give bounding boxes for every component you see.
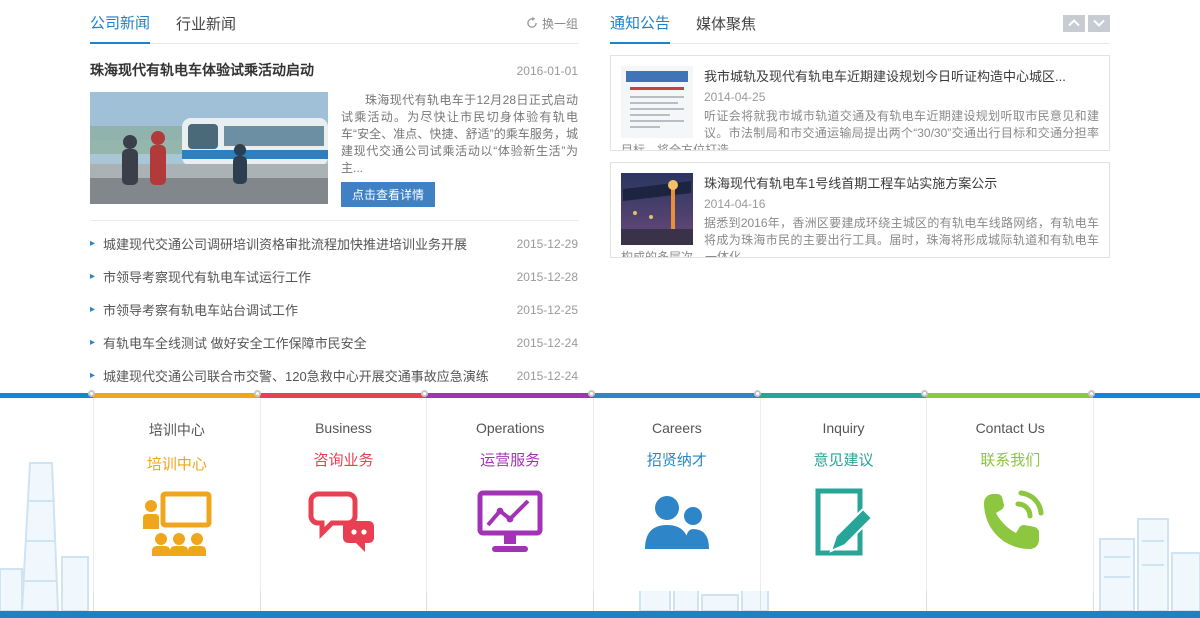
service-title-zh: 运营服务 xyxy=(427,449,593,470)
featured-news-header: 珠海现代有轨电车体验试乘活动启动 2016-01-01 xyxy=(90,60,578,80)
notice-title[interactable]: 珠海现代有轨电车1号线首期工程车站实施方案公示 xyxy=(704,173,1099,192)
timeline-dot xyxy=(588,390,595,397)
timeline-dot xyxy=(1088,390,1095,397)
operations-monitor-icon xyxy=(427,485,593,561)
timeline-segment xyxy=(426,393,593,398)
service-title-zh: 联系我们 xyxy=(927,449,1093,470)
news-item-title: 市领导考察现代有轨电车试运行工作 xyxy=(103,267,517,286)
bullet-arrow-icon: ▸ xyxy=(90,337,95,348)
notice-card[interactable]: 珠海现代有轨电车1号线首期工程车站实施方案公示 2014-04-16 据悉到20… xyxy=(610,162,1110,258)
news-list-item[interactable]: ▸ 城建现代交通公司调研培训资格审批流程加快推进培训业务开展 2015-12-2… xyxy=(90,227,578,260)
tab-company-news[interactable]: 公司新闻 xyxy=(90,12,150,44)
notice-thumbnail-document xyxy=(621,66,693,138)
news-list-item[interactable]: ▸ 市领导考察现代有轨电车试运行工作 2015-12-28 xyxy=(90,260,578,293)
featured-news-title[interactable]: 珠海现代有轨电车体验试乘活动启动 xyxy=(90,60,314,80)
news-item-date: 2015-12-24 xyxy=(517,336,578,350)
timeline-edge xyxy=(1093,393,1200,398)
tick-cell xyxy=(927,591,1093,611)
service-title-zh: 招贤纳才 xyxy=(594,449,760,470)
timeline-segment xyxy=(760,393,927,398)
news-list-item[interactable]: ▸ 城建现代交通公司联合市交警、120急救中心开展交通事故应急演练 2015-1… xyxy=(90,359,578,392)
news-item-date: 2015-12-28 xyxy=(517,270,578,284)
timeline-segment xyxy=(926,393,1093,398)
bullet-arrow-icon: ▸ xyxy=(90,271,95,282)
chevron-down-icon xyxy=(1093,19,1105,27)
news-list-item[interactable]: ▸ 市领导考察有轨电车站台调试工作 2015-12-25 xyxy=(90,293,578,326)
tab-industry-news[interactable]: 行业新闻 xyxy=(176,13,236,43)
news-item-date: 2015-12-25 xyxy=(517,303,578,317)
training-presentation-icon xyxy=(94,489,260,565)
timeline-segment xyxy=(260,393,427,398)
tick-cell xyxy=(594,591,761,611)
notice-thumbnail-station xyxy=(621,173,693,245)
news-item-date: 2015-12-24 xyxy=(517,369,578,383)
timeline-edge xyxy=(0,393,93,398)
tick-cell xyxy=(94,591,261,611)
news-list-item[interactable]: ▸ 有轨电车全线测试 做好安全工作保障市民安全 2015-12-24 xyxy=(90,326,578,359)
column-tick-strip xyxy=(93,591,1094,611)
service-title-zh: 培训中心 xyxy=(94,453,260,474)
news-item-title: 有轨电车全线测试 做好安全工作保障市民安全 xyxy=(103,333,517,352)
news-item-title: 城建现代交通公司联合市交警、120急救中心开展交通事故应急演练 xyxy=(103,366,517,385)
tab-notices[interactable]: 通知公告 xyxy=(610,12,670,44)
chevron-up-icon xyxy=(1068,19,1080,27)
notice-scroll-buttons xyxy=(1063,15,1110,32)
tick-cell xyxy=(427,591,594,611)
news-item-title: 城建现代交通公司调研培训资格审批流程加快推进培训业务开展 xyxy=(103,234,517,253)
news-list: ▸ 城建现代交通公司调研培训资格审批流程加快推进培训业务开展 2015-12-2… xyxy=(90,227,578,392)
featured-news-text: 珠海现代有轨电车于12月28日正式启动试乘活动。为尽快让市民切身体验有轨电车“安… xyxy=(341,92,578,207)
timeline-segment xyxy=(593,393,760,398)
service-title-top: Inquiry xyxy=(761,420,927,436)
homepage: 公司新闻 行业新闻 换一组 珠海现代有轨电车体验试乘活动启动 2016-01-0… xyxy=(0,0,1200,618)
careers-people-icon xyxy=(594,485,760,561)
news-tab-row: 公司新闻 行业新闻 换一组 xyxy=(90,12,578,44)
featured-news-excerpt: 珠海现代有轨电车于12月28日正式启动试乘活动。为尽快让市民切身体验有轨电车“安… xyxy=(341,92,578,177)
service-card-training[interactable]: 培训中心 培训中心 xyxy=(94,398,261,591)
notice-card[interactable]: 我市城轨及现代有轨电车近期建设规划今日听证构造中心城区... 2014-04-2… xyxy=(610,55,1110,151)
timeline-bar xyxy=(0,393,1200,398)
timeline-segment xyxy=(93,393,260,398)
bullet-arrow-icon: ▸ xyxy=(90,238,95,249)
service-card-business[interactable]: Business 咨询业务 xyxy=(261,398,428,591)
contact-phone-icon xyxy=(927,485,1093,561)
tick-cell xyxy=(761,591,928,611)
featured-news-body: 珠海现代有轨电车于12月28日正式启动试乘活动。为尽快让市民切身体验有轨电车“安… xyxy=(90,92,578,221)
featured-news-date: 2016-01-01 xyxy=(517,64,578,78)
bullet-arrow-icon: ▸ xyxy=(90,370,95,381)
inquiry-pencil-icon xyxy=(761,485,927,561)
tab-media-focus[interactable]: 媒体聚焦 xyxy=(696,13,756,43)
service-card-operations[interactable]: Operations 运营服务 xyxy=(427,398,594,591)
view-details-button[interactable]: 点击查看详情 xyxy=(341,182,435,207)
service-title-zh: 咨询业务 xyxy=(261,449,427,470)
timeline-dot xyxy=(754,390,761,397)
notice-tab-row: 通知公告 媒体聚焦 xyxy=(610,12,1110,44)
notice-section: 通知公告 媒体聚焦 xyxy=(610,12,1110,258)
service-columns: 培训中心 培训中心 Bu xyxy=(93,398,1094,591)
change-group-button[interactable]: 换一组 xyxy=(526,15,578,32)
service-card-careers[interactable]: Careers 招贤纳才 xyxy=(594,398,761,591)
scroll-down-button[interactable] xyxy=(1088,15,1110,32)
news-item-date: 2015-12-29 xyxy=(517,237,578,251)
footer-top-bar xyxy=(0,611,1200,618)
service-title-top: 培训中心 xyxy=(94,420,260,440)
refresh-icon xyxy=(526,17,538,29)
change-group-label: 换一组 xyxy=(542,15,578,32)
service-title-top: Business xyxy=(261,420,427,436)
tick-cell xyxy=(261,591,428,611)
service-title-top: Contact Us xyxy=(927,420,1093,436)
service-title-top: Operations xyxy=(427,420,593,436)
notice-title[interactable]: 我市城轨及现代有轨电车近期建设规划今日听证构造中心城区... xyxy=(704,66,1099,85)
bullet-arrow-icon: ▸ xyxy=(90,304,95,315)
scroll-up-button[interactable] xyxy=(1063,15,1085,32)
consult-chat-icon xyxy=(261,485,427,561)
timeline-dot xyxy=(921,390,928,397)
service-title-zh: 意见建议 xyxy=(761,449,927,470)
service-title-top: Careers xyxy=(594,420,760,436)
news-section: 公司新闻 行业新闻 换一组 珠海现代有轨电车体验试乘活动启动 2016-01-0… xyxy=(90,12,578,392)
featured-news-image[interactable] xyxy=(90,92,328,204)
service-card-contact[interactable]: Contact Us 联系我们 xyxy=(927,398,1093,591)
service-card-inquiry[interactable]: Inquiry 意见建议 xyxy=(761,398,928,591)
news-item-title: 市领导考察有轨电车站台调试工作 xyxy=(103,300,517,319)
